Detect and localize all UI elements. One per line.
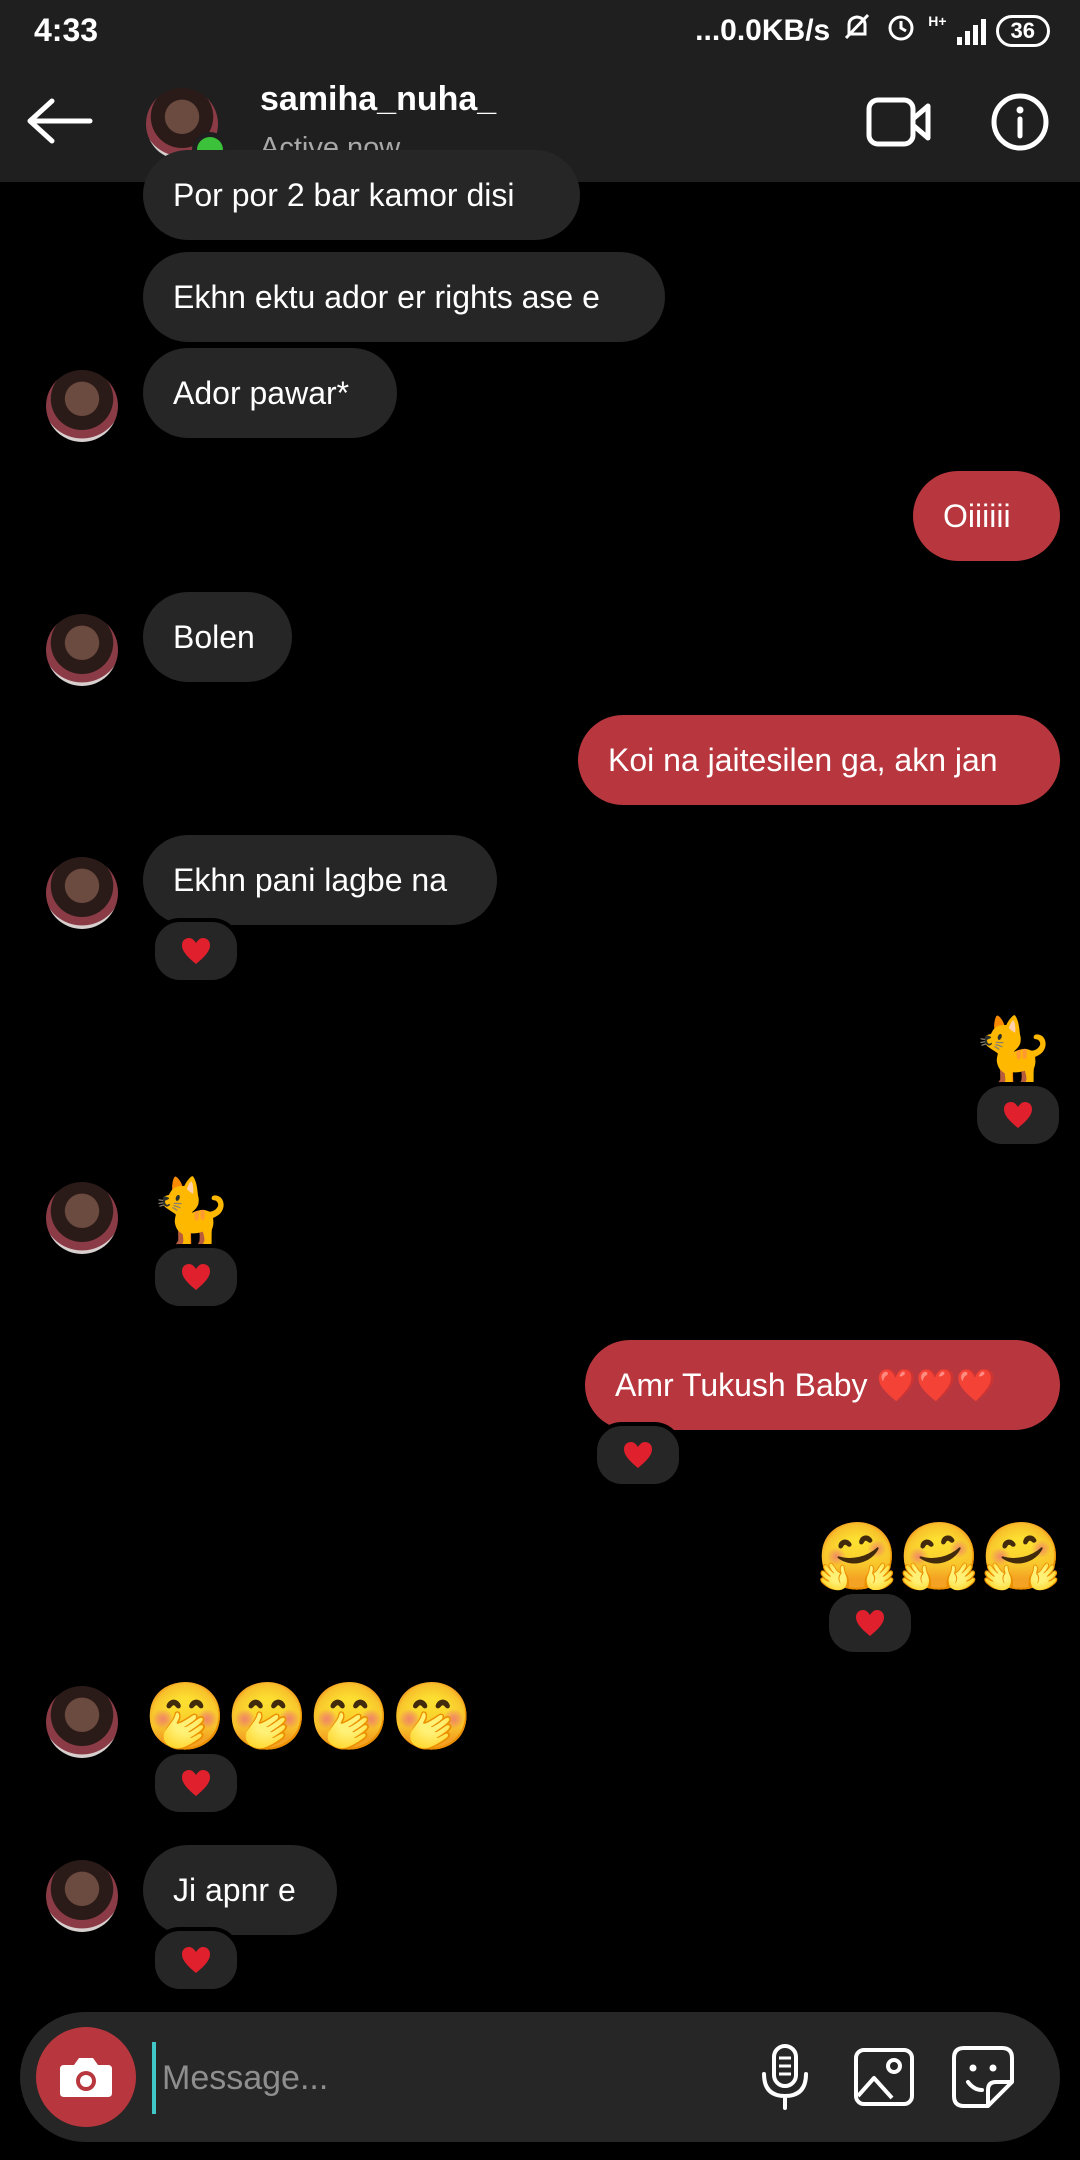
sticker-button[interactable]	[950, 2044, 1016, 2110]
message-bubble[interactable]: Ador pawar*	[143, 348, 397, 438]
sender-avatar[interactable]	[46, 1860, 118, 1932]
status-bar: 4:33 ...0.0KB/s H+ 36	[0, 0, 1080, 60]
network-type: H+	[928, 13, 947, 29]
profile-username[interactable]: samiha_nuha_	[260, 80, 496, 119]
voice-message-button[interactable]	[755, 2042, 815, 2112]
battery-indicator: 36	[995, 15, 1050, 47]
camera-icon	[60, 2058, 112, 2097]
video-call-icon	[866, 97, 931, 147]
heart-icon	[182, 938, 210, 964]
reaction-badge[interactable]	[151, 1927, 241, 1993]
message-bubble[interactable]: Ekhn pani lagbe na	[143, 835, 497, 925]
reaction-badge[interactable]	[593, 1422, 683, 1488]
message-composer	[20, 2012, 1060, 2142]
reaction-badge[interactable]	[973, 1082, 1063, 1148]
info-icon	[991, 93, 1049, 151]
sender-avatar[interactable]	[46, 370, 118, 442]
emoji-message[interactable]: 🐈	[150, 1174, 232, 1250]
message-bubble[interactable]: Ekhn ektu ador er rights ase e	[143, 252, 665, 342]
heart-icon	[182, 1947, 210, 1973]
heart-icon	[182, 1264, 210, 1290]
reaction-badge[interactable]	[151, 918, 241, 984]
heart-icon	[856, 1610, 884, 1636]
heart-icon	[1004, 1102, 1032, 1128]
microphone-icon	[762, 2044, 808, 2110]
alarm-icon	[884, 10, 918, 52]
message-bubble[interactable]: Bolen	[143, 592, 292, 682]
emoji-message[interactable]: 🐈	[972, 1013, 1054, 1089]
heart-icon	[624, 1442, 652, 1468]
network-speed: ...0.0KB/s	[695, 14, 831, 47]
back-button[interactable]	[26, 96, 96, 146]
sender-avatar[interactable]	[46, 1182, 118, 1254]
reaction-badge[interactable]	[151, 1750, 241, 1816]
message-input[interactable]	[152, 2042, 724, 2114]
reaction-badge[interactable]	[825, 1590, 915, 1656]
sender-avatar[interactable]	[46, 614, 118, 686]
message-thread[interactable]: Por por 2 bar kamor disi Ekhn ektu ador …	[0, 150, 1080, 2002]
message-bubble[interactable]: Koi na jaitesilen ga, akn jan	[578, 715, 1060, 805]
video-call-button[interactable]	[866, 96, 932, 148]
message-bubble[interactable]: Ji apnr e	[143, 1845, 337, 1935]
sticker-icon	[952, 2046, 1014, 2108]
emoji-message[interactable]: 🤗🤗🤗	[816, 1518, 1063, 1594]
message-bubble[interactable]: Amr Tukush Baby ❤️❤️❤️	[585, 1340, 1060, 1430]
info-button[interactable]	[990, 92, 1050, 152]
status-indicators: ...0.0KB/s H+ 36	[695, 10, 1050, 52]
message-bubble[interactable]: Por por 2 bar kamor disi	[143, 150, 580, 240]
gallery-icon	[854, 2048, 914, 2106]
sender-avatar[interactable]	[46, 1686, 118, 1758]
message-bubble[interactable]: Oiiiiii	[913, 471, 1060, 561]
mute-icon	[840, 10, 874, 52]
status-time: 4:33	[34, 12, 99, 48]
emoji-message[interactable]: 🤭🤭🤭🤭	[144, 1678, 473, 1754]
sender-avatar[interactable]	[46, 857, 118, 929]
signal-icon	[956, 17, 986, 45]
camera-button[interactable]	[36, 2027, 136, 2127]
back-arrow-icon	[27, 98, 93, 144]
heart-icon	[182, 1770, 210, 1796]
gallery-button[interactable]	[852, 2046, 916, 2108]
reaction-badge[interactable]	[151, 1244, 241, 1310]
